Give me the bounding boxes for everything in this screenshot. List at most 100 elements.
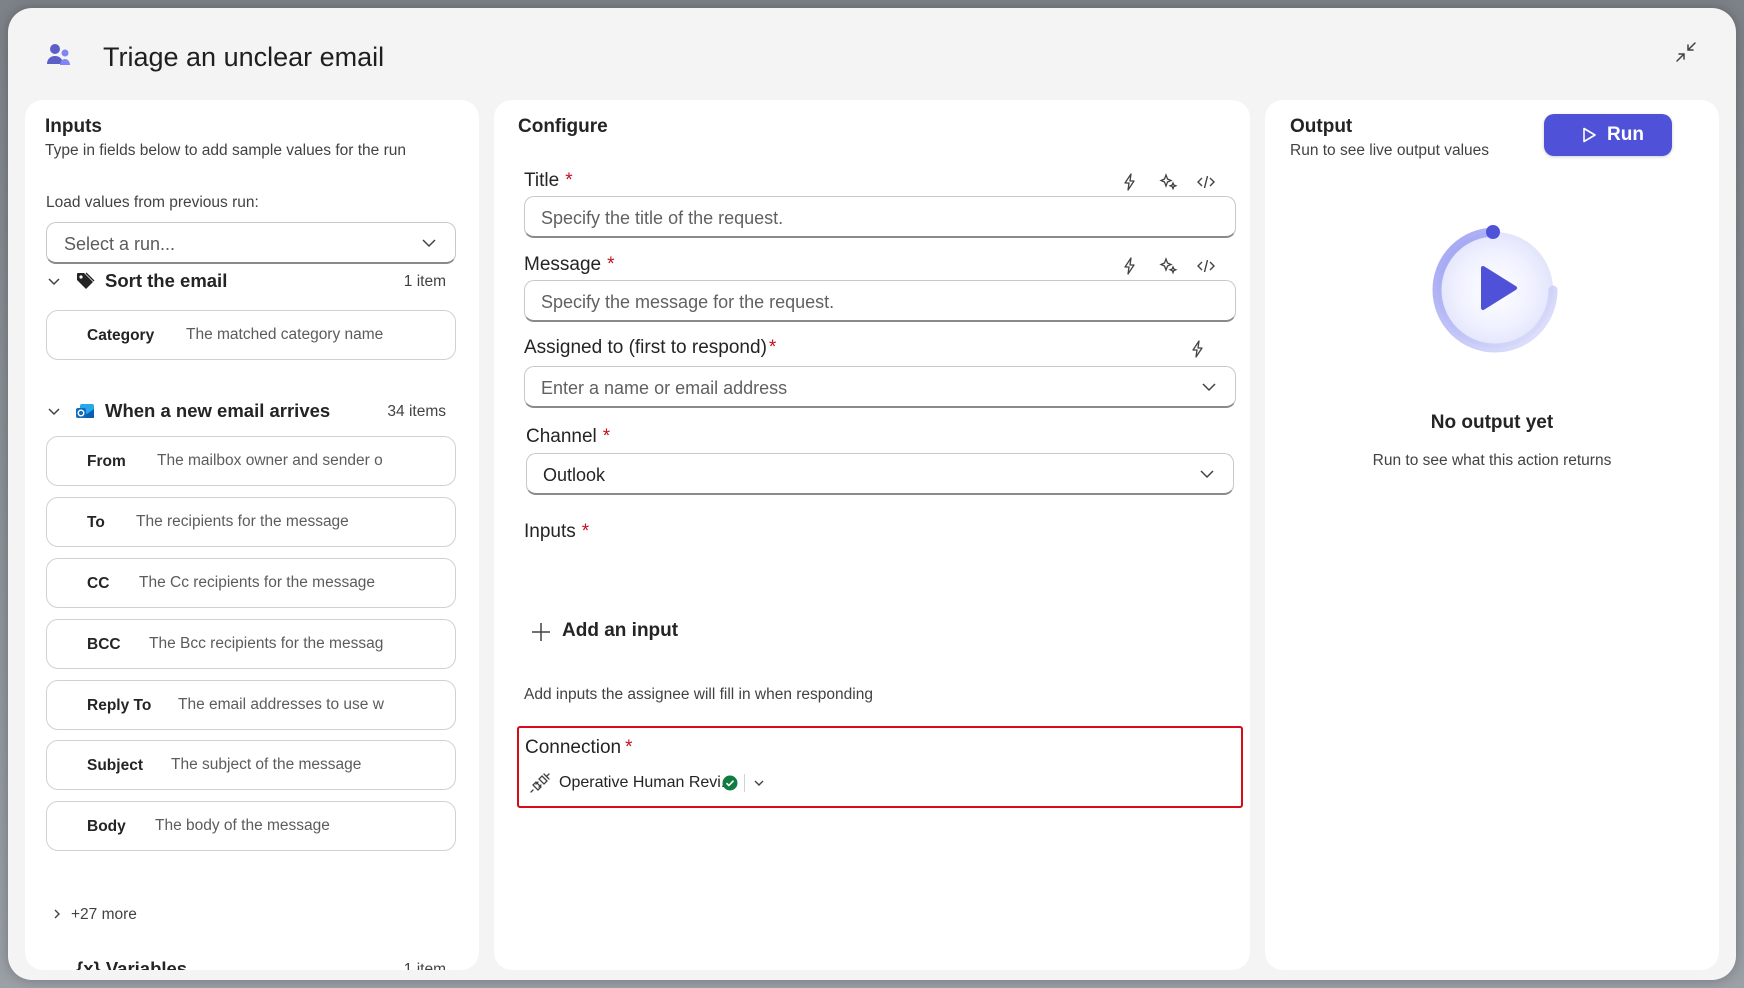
assigned-placeholder: Enter a name or email address (541, 378, 788, 398)
collapse-button[interactable] (1670, 38, 1702, 70)
group-variables[interactable]: {x} Variables 1 item (46, 958, 456, 970)
field-from[interactable]: From The mailbox owner and sender o (46, 436, 456, 486)
play-illustration-icon (1425, 218, 1565, 358)
chevron-down-icon (46, 273, 62, 289)
group-title: Sort the email (105, 270, 228, 291)
field-label: Subject (87, 757, 143, 774)
empty-subtitle: Run to see what this action returns (1372, 452, 1612, 469)
inputs-panel: Inputs Type in fields below to add sampl… (25, 100, 479, 970)
configure-title: Configure (518, 116, 608, 137)
chevron-right-icon (51, 907, 63, 919)
title-placeholder: Specify the title of the request. (541, 208, 784, 228)
field-label: Category (87, 327, 155, 344)
chevron-down-icon (46, 403, 62, 419)
message-placeholder: Specify the message for the request. (541, 292, 835, 312)
field-placeholder: The body of the message (155, 817, 330, 834)
dynamic-content-button[interactable] (1118, 254, 1142, 278)
group-count: 34 items (387, 403, 446, 420)
field-placeholder: The mailbox owner and sender o (157, 452, 383, 469)
inputs-subtitle: Type in fields below to add sample value… (45, 142, 407, 159)
select-run-placeholder: Select a run... (64, 234, 176, 254)
title-tools (1118, 170, 1218, 194)
variables-icon: {x} (76, 958, 101, 970)
dialog-title: Triage an unclear email (103, 42, 385, 72)
group-sort-email[interactable]: Sort the email 1 item (46, 266, 456, 296)
field-subject[interactable]: Subject The subject of the message (46, 740, 456, 790)
agent-people-icon (44, 40, 74, 70)
title-label: Title * (524, 170, 573, 191)
field-bcc[interactable]: BCC The Bcc recipients for the messag (46, 619, 456, 669)
variables-title: {x} Variables (76, 958, 187, 970)
plus-icon (530, 621, 552, 643)
message-input[interactable]: Specify the message for the request. (524, 280, 1236, 322)
dynamic-content-button[interactable] (1118, 170, 1142, 194)
field-label: BCC (87, 636, 121, 653)
group-title: When a new email arrives (105, 400, 331, 421)
dynamic-content-button[interactable] (1186, 337, 1210, 361)
field-placeholder: The subject of the message (171, 756, 362, 773)
connection-name: Operative Human Revi... (559, 774, 735, 791)
select-run-dropdown[interactable]: Select a run... (46, 222, 456, 264)
code-view-button[interactable] (1194, 170, 1218, 194)
field-reply-to[interactable]: Reply To The email addresses to use w (46, 680, 456, 730)
tag-icon (74, 270, 96, 292)
chevron-down-icon (752, 776, 766, 790)
assigned-to-combobox[interactable]: Enter a name or email address (524, 366, 1236, 408)
title-input[interactable]: Specify the title of the request. (524, 196, 1236, 238)
channel-dropdown[interactable]: Outlook (526, 453, 1234, 495)
group-count: 1 item (403, 273, 446, 290)
load-values-label: Load values from previous run: (46, 194, 259, 211)
field-category[interactable]: Category The matched category name (46, 310, 456, 360)
divider (744, 774, 745, 792)
inputs-label: Inputs * (524, 521, 590, 542)
chevron-down-icon (1197, 464, 1217, 484)
message-label: Message * (524, 254, 615, 275)
outlook-mail-icon (74, 400, 96, 422)
run-button[interactable]: Run (1544, 114, 1672, 156)
show-more-link[interactable]: +27 more (51, 906, 137, 924)
output-panel: Output Run to see live output values Run (1265, 100, 1719, 970)
assigned-label: Assigned to (first to respond) * (524, 337, 777, 358)
field-placeholder: The Bcc recipients for the messag (149, 635, 384, 652)
field-label: Body (87, 818, 126, 835)
field-label: From (87, 453, 126, 470)
field-placeholder: The email addresses to use w (178, 696, 384, 713)
field-cc[interactable]: CC The Cc recipients for the message (46, 558, 456, 608)
field-placeholder: The matched category name (186, 326, 384, 343)
channel-label: Channel * (526, 426, 611, 447)
show-more-label: +27 more (71, 906, 137, 923)
run-label: Run (1607, 124, 1644, 145)
output-subtitle: Run to see live output values (1290, 142, 1490, 159)
triage-dialog: Triage an unclear email Inputs Type in f… (8, 8, 1736, 980)
dialog-header: Triage an unclear email (8, 8, 1736, 100)
field-label: Reply To (87, 697, 152, 714)
field-to[interactable]: To The recipients for the message (46, 497, 456, 547)
empty-title: No output yet (1430, 412, 1554, 433)
configure-panel: Configure Title * Specify the title of th… (494, 100, 1250, 970)
connection-picker[interactable]: Operative Human Revi... (529, 768, 779, 798)
check-circle-icon (722, 775, 738, 791)
connection-section: Connection * Operative Human Revi... (517, 726, 1243, 808)
channel-value: Outlook (543, 465, 606, 485)
output-title: Output (1290, 116, 1353, 137)
inputs-hint: Add inputs the assignee will fill in whe… (524, 686, 873, 703)
connection-label: Connection * (525, 737, 633, 758)
play-icon (1580, 126, 1598, 144)
group-new-email[interactable]: When a new email arrives 34 items (46, 396, 456, 426)
sparkle-ai-button[interactable] (1156, 254, 1180, 278)
add-input-label: Add an input (562, 620, 679, 641)
field-placeholder: The recipients for the message (136, 513, 349, 530)
plug-connection-icon (529, 772, 551, 794)
inputs-title: Inputs (45, 116, 102, 137)
field-placeholder: The Cc recipients for the message (139, 574, 376, 591)
sparkle-ai-button[interactable] (1156, 170, 1180, 194)
field-body[interactable]: Body The body of the message (46, 801, 456, 851)
variables-label: Variables (105, 958, 188, 970)
code-view-button[interactable] (1194, 254, 1218, 278)
collapse-arrows-icon (1674, 40, 1698, 69)
field-label: CC (87, 575, 110, 592)
message-tools (1118, 254, 1218, 278)
assigned-tools (1186, 337, 1210, 361)
chevron-down-icon (419, 233, 439, 253)
field-label: To (87, 514, 105, 531)
